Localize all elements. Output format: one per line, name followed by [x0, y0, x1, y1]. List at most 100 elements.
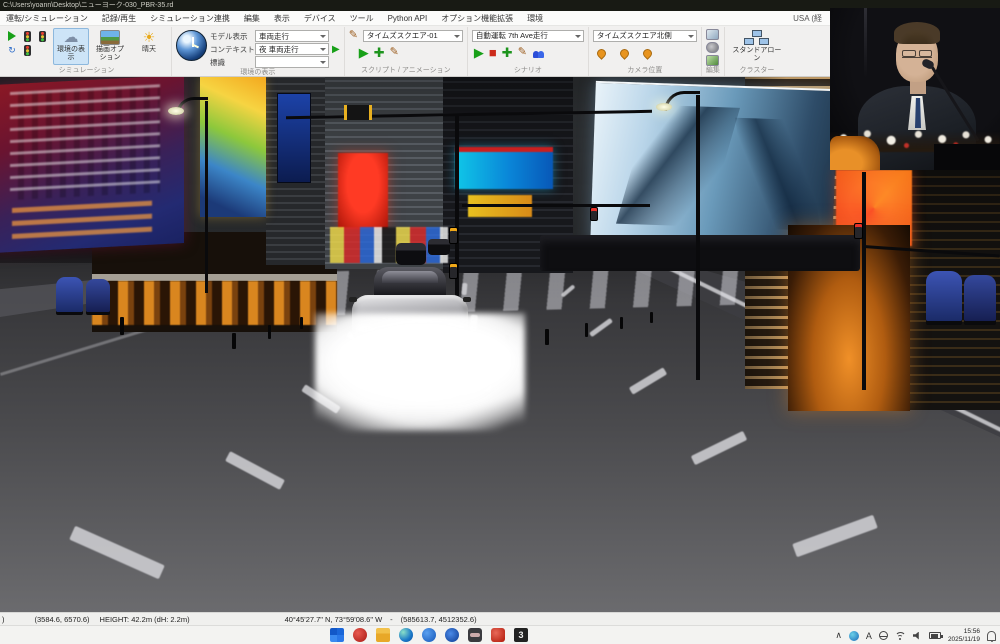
- battery-icon[interactable]: [929, 632, 941, 639]
- driving-sim-app-icon[interactable]: [468, 628, 482, 642]
- group-camera-position: タイムズスクエア北側 カメラ位置: [589, 27, 702, 76]
- system-tray: ∧ A 15:56 2025/11/19: [835, 626, 996, 644]
- context-play-icon[interactable]: ▶: [332, 44, 340, 55]
- volume-icon[interactable]: [913, 632, 922, 640]
- menu-option-extensions[interactable]: オプション機能拡張: [441, 13, 513, 24]
- group-script-animation: ✎ タイムズスクエア-01 ▶ ✚ ✎ スクリプト / アニメーション: [345, 27, 468, 76]
- traffic-signal-2-icon[interactable]: [36, 30, 48, 42]
- script-play-icon[interactable]: ▶: [359, 47, 369, 58]
- script-edit-2-icon[interactable]: ✎: [390, 47, 399, 58]
- time-of-day-clock-icon[interactable]: [176, 30, 207, 61]
- tray-time: 15:56: [964, 628, 980, 635]
- rainbow-billboard: [200, 77, 266, 217]
- scenario-select[interactable]: 自動運転 7th Ave走行: [472, 30, 584, 42]
- group-label-cluster: クラスター: [729, 66, 785, 76]
- tray-expand-icon[interactable]: ∧: [835, 630, 842, 641]
- teams-icon[interactable]: [445, 628, 459, 642]
- signal-pole-far-right: [862, 172, 866, 390]
- menu-drive-simulation[interactable]: 運転/シミュレーション: [6, 13, 88, 24]
- status-separator: -: [390, 615, 393, 624]
- presenter-tie: [915, 98, 921, 128]
- standalone-button[interactable]: スタンドアローン: [729, 28, 785, 65]
- cluster-nodes-icon: [744, 30, 770, 46]
- menu-tools[interactable]: ツール: [350, 13, 374, 24]
- car-ahead-1: [396, 243, 426, 265]
- model-display-select[interactable]: 車両走行: [255, 30, 329, 42]
- script-select[interactable]: タイムズスクエア-01: [363, 30, 463, 42]
- tray-clock[interactable]: 15:56 2025/11/19: [948, 628, 980, 643]
- menu-edit[interactable]: 編集: [244, 13, 260, 24]
- status-bar: ) (3584.6, 6570.6) HEIGHT: 42.2m (dH: 2.…: [0, 612, 1000, 625]
- sign-label: 標識: [210, 57, 252, 68]
- start-button[interactable]: [330, 628, 344, 642]
- car-mirror-left: [349, 297, 357, 302]
- file-path: C:\Users\yoann\Desktop\ニューヨーク-030_PBR-35…: [3, 2, 173, 9]
- edit-bell-icon[interactable]: [706, 42, 719, 53]
- ime-alpha-indicator[interactable]: A: [866, 631, 872, 641]
- group-label-camera: カメラ位置: [593, 66, 697, 76]
- group-label-simulation: シミュレーション: [6, 66, 167, 76]
- camera-pin-add-icon[interactable]: [618, 47, 631, 60]
- notification-bell-icon[interactable]: [987, 631, 996, 641]
- group-label-edit: 編集: [706, 66, 720, 76]
- group-scenario: 自動運転 7th Ave走行 ▶ ■ ✚ ✎ シナリオ: [468, 27, 589, 76]
- gantry-sign: [344, 105, 372, 120]
- camera-position-select[interactable]: タイムズスクエア北側: [593, 30, 697, 42]
- menu-view[interactable]: 表示: [274, 13, 290, 24]
- ime-mode-icon[interactable]: [849, 631, 859, 641]
- environment-display-button[interactable]: ☁ 環境の表示: [53, 28, 89, 65]
- presenter-video-overlay: [830, 8, 1000, 170]
- participants-icon[interactable]: [532, 48, 546, 58]
- menu-record-replay[interactable]: 記録/再生: [102, 13, 136, 24]
- headlight-bloom: [315, 313, 525, 431]
- traffic-signal-3-icon[interactable]: [21, 44, 33, 56]
- menu-device[interactable]: デバイス: [304, 13, 336, 24]
- edit-model-icon[interactable]: [706, 55, 719, 66]
- context-select[interactable]: 夜 車両走行: [255, 43, 329, 55]
- flower-wrap: [830, 136, 880, 170]
- status-utm-coords: (585613.7, 4512352.6): [401, 615, 477, 624]
- file-explorer-icon[interactable]: [376, 628, 390, 642]
- menu-simulation-link[interactable]: シミュレーション連携: [150, 13, 230, 24]
- car-ahead-2: [428, 239, 450, 255]
- camera-pin-edit-icon[interactable]: [641, 47, 654, 60]
- draw-options-button[interactable]: 描画オプション: [92, 28, 128, 65]
- wifi-icon[interactable]: [895, 632, 906, 640]
- center-red-billboard: [338, 153, 388, 229]
- group-label-script: スクリプト / アニメーション: [349, 66, 463, 76]
- menu-environment[interactable]: 環境: [527, 13, 543, 24]
- status-local-coords: (3584.6, 6570.6): [35, 615, 90, 624]
- menu-python-api[interactable]: Python API: [388, 14, 428, 23]
- bollard: [300, 317, 303, 329]
- mast-arm-right: [462, 204, 650, 207]
- reset-icon[interactable]: ↻: [6, 44, 18, 56]
- presenter-hair: [894, 22, 940, 44]
- edge-browser-icon[interactable]: [399, 628, 413, 642]
- sign-select[interactable]: [255, 56, 329, 68]
- right-parked-cars-strip: [540, 235, 860, 271]
- scenario-edit-icon[interactable]: ✎: [518, 47, 527, 58]
- scenario-add-icon[interactable]: ✚: [502, 47, 513, 58]
- bollard: [650, 312, 653, 323]
- scenario-stop-icon[interactable]: ■: [489, 47, 497, 58]
- taskbar: 3 ∧ A 15:56 2025/11/19: [0, 625, 1000, 644]
- edit-view-icon[interactable]: [706, 29, 719, 40]
- cyan-billboard: [455, 147, 553, 189]
- outlook-icon[interactable]: [422, 628, 436, 642]
- start-simulation-icon[interactable]: [6, 30, 18, 42]
- weather-button[interactable]: ☀ 晴天: [131, 28, 167, 65]
- script-add-icon[interactable]: ✚: [374, 47, 385, 58]
- camera-pin-save-icon[interactable]: [595, 47, 608, 60]
- red-app-icon[interactable]: [353, 628, 367, 642]
- ticker-billboard: [0, 77, 184, 253]
- status-geo-coords: 40°45'27.7" N, 73°59'08.6" W: [285, 615, 383, 624]
- bollard: [585, 323, 588, 337]
- script-edit-icon[interactable]: ✎: [349, 30, 358, 41]
- group-edit: 編集: [702, 27, 725, 76]
- active-app-icon[interactable]: 3: [514, 628, 528, 642]
- scenario-play-icon[interactable]: ▶: [474, 47, 484, 58]
- tray-date: 2025/11/19: [948, 636, 980, 643]
- globe-icon[interactable]: [879, 631, 888, 640]
- pdf-app-icon[interactable]: [491, 628, 505, 642]
- traffic-signal-icon[interactable]: [21, 30, 33, 42]
